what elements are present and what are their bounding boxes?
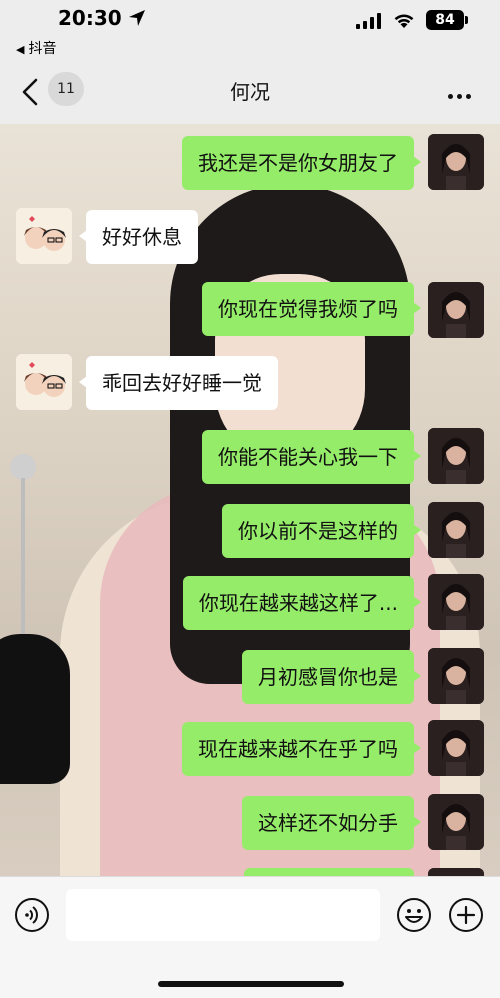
contact-avatar[interactable] [16,208,72,264]
plus-icon[interactable] [448,897,484,933]
message-bubble-outgoing[interactable]: 我还是不是你女朋友了 [182,136,421,190]
message-input[interactable] [66,889,380,941]
message-bubble-incoming[interactable]: 乖回去好好睡一觉 [79,356,278,410]
message-bubble-outgoing[interactable]: 月初感冒你也是 [242,650,421,704]
back-triangle-icon: ◀ [16,43,25,56]
message-bubble-outgoing[interactable]: 你现在越来越这样了... [182,576,422,630]
battery-indicator: 84 [426,10,468,30]
my-avatar[interactable] [428,134,484,190]
message-bubble-incoming[interactable]: 好好休息 [79,210,198,264]
back-to-app-link[interactable]: ◀ 抖音 [16,38,56,58]
status-time: 20:30 [58,6,122,30]
message-bubble-outgoing[interactable]: 现在越来越不在乎了吗 [182,722,421,776]
message-bubble-outgoing[interactable]: 你以前不是这样的 [222,504,421,558]
my-avatar[interactable] [428,648,484,704]
background-vase [0,634,70,784]
message-bubble-outgoing-partial[interactable] [244,868,414,876]
emoji-icon[interactable] [396,897,432,933]
my-avatar[interactable] [428,720,484,776]
status-bar: 20:30 ◀ 抖音 84 [0,0,500,62]
more-icon[interactable] [448,84,478,99]
location-arrow-icon [129,10,145,26]
message-bubble-outgoing[interactable]: 这样还不如分手 [242,796,421,850]
my-avatar[interactable] [428,502,484,558]
home-indicator[interactable] [158,981,344,987]
wifi-icon [394,14,414,28]
message-bubble-outgoing[interactable]: 你能不能关心我一下 [202,430,421,484]
signal-icon [356,13,381,29]
my-avatar[interactable] [428,794,484,850]
chat-header: 11 何况 [0,62,500,124]
background-lamp [10,454,36,480]
message-bubble-outgoing[interactable]: 你现在觉得我烦了吗 [202,282,421,336]
back-app-label: 抖音 [28,41,57,57]
voice-icon[interactable] [14,897,50,933]
chat-area[interactable]: 我还是不是你女朋友了 好好休息 你现在觉得我烦了吗 乖回去好好睡一觉 你能不能关… [0,124,500,876]
input-bar [0,876,500,998]
my-avatar[interactable] [428,428,484,484]
my-avatar[interactable] [428,282,484,338]
contact-avatar[interactable] [16,354,72,410]
my-avatar[interactable] [428,574,484,630]
my-avatar[interactable] [428,868,484,876]
chat-title: 何况 [230,80,270,104]
